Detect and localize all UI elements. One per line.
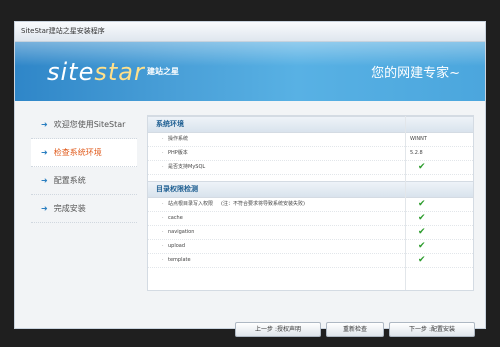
arrow-right-icon: ➜	[41, 148, 48, 157]
step-label: 完成安装	[53, 204, 86, 213]
bullet-icon: ·	[162, 257, 164, 263]
checkmark-icon: ✔	[418, 255, 426, 265]
row-label-text: 站点根目录写入权限	[168, 201, 214, 207]
row-note: (注：不符合要求将导致系统安装失败)	[221, 201, 305, 207]
table-row: · cache ✔	[148, 212, 473, 226]
section-header-system-env: 系统环境	[148, 116, 473, 133]
screen-frame: SiteStar建站之星安装程序 sitestar 建站之星 您的网建专家~ ➜…	[0, 0, 500, 347]
arrow-right-icon: ➜	[41, 120, 48, 129]
row-value: WINNT	[410, 136, 427, 142]
bullet-icon: ·	[162, 150, 164, 156]
bullet-icon: ·	[162, 215, 164, 221]
banner: sitestar 建站之星 您的网建专家~	[15, 42, 485, 101]
table-row: · upload ✔	[148, 240, 473, 254]
sidebar-item-configure: ➜ 配置系统	[31, 167, 137, 195]
bullet-icon: ·	[162, 229, 164, 235]
bullet-icon: ·	[162, 164, 164, 170]
prev-button[interactable]: 上一步 :授权声明	[235, 322, 321, 337]
sidebar-item-finish: ➜ 完成安装	[31, 195, 137, 223]
row-label: navigation	[168, 229, 195, 235]
step-label: 检查系统环境	[53, 148, 102, 157]
row-label: cache	[168, 215, 183, 221]
sidebar-item-check-env: ➜ 检查系统环境	[31, 139, 137, 167]
bullet-icon: ·	[162, 201, 164, 207]
installer-window: SiteStar建站之星安装程序 sitestar 建站之星 您的网建专家~ ➜…	[14, 21, 486, 337]
logo-cn: 建站之星	[147, 67, 179, 76]
banner-tagline: 您的网建专家~	[371, 66, 460, 81]
sidebar-item-welcome: ➜ 欢迎您使用SiteStar	[31, 111, 137, 139]
window-title: SiteStar建站之星安装程序	[15, 22, 485, 42]
check-panel: 系统环境 · 操作系统 WINNT · PHP版本 5.2.8 · 是否支持My…	[147, 115, 474, 291]
checkmark-icon: ✔	[418, 213, 426, 223]
logo-site-text: site	[47, 58, 95, 86]
table-row: · template ✔	[148, 254, 473, 268]
steps-sidebar: ➜ 欢迎您使用SiteStar ➜ 检查系统环境 ➜ 配置系统 ➜ 完成安装	[31, 111, 137, 296]
checkmark-icon: ✔	[418, 241, 426, 251]
arrow-right-icon: ➜	[41, 176, 48, 185]
bullet-icon: ·	[162, 243, 164, 249]
checkmark-icon: ✔	[418, 162, 426, 172]
table-row: · 站点根目录写入权限 (注：不符合要求将导致系统安装失败) ✔	[148, 198, 473, 212]
row-label: 是否支持MySQL	[168, 164, 206, 170]
content-area: ➜ 欢迎您使用SiteStar ➜ 检查系统环境 ➜ 配置系统 ➜ 完成安装 系统环境 …	[15, 101, 485, 337]
row-label: template	[168, 257, 191, 263]
arrow-right-icon: ➜	[41, 204, 48, 213]
bullet-icon: ·	[162, 136, 164, 142]
table-row: · PHP版本 5.2.8	[148, 147, 473, 161]
checkmark-icon: ✔	[418, 199, 426, 209]
logo-star-text: star	[94, 58, 145, 86]
table-row: · 是否支持MySQL ✔	[148, 161, 473, 175]
section-header-dir-permissions: 目录权限检测	[148, 181, 473, 198]
checkmark-icon: ✔	[418, 227, 426, 237]
step-label: 欢迎您使用SiteStar	[53, 120, 126, 129]
next-button[interactable]: 下一步 :配置安装	[389, 322, 475, 337]
row-label: upload	[168, 243, 186, 249]
row-label: 站点根目录写入权限 (注：不符合要求将导致系统安装失败)	[168, 198, 305, 211]
row-label: 操作系统	[168, 136, 189, 142]
step-label: 配置系统	[53, 176, 86, 185]
row-label: PHP版本	[168, 150, 188, 156]
recheck-button[interactable]: 重新检查	[326, 322, 384, 337]
logo: sitestar	[47, 60, 145, 84]
table-row: · 操作系统 WINNT	[148, 133, 473, 147]
row-value: 5.2.8	[410, 150, 423, 156]
table-row: · navigation ✔	[148, 226, 473, 240]
